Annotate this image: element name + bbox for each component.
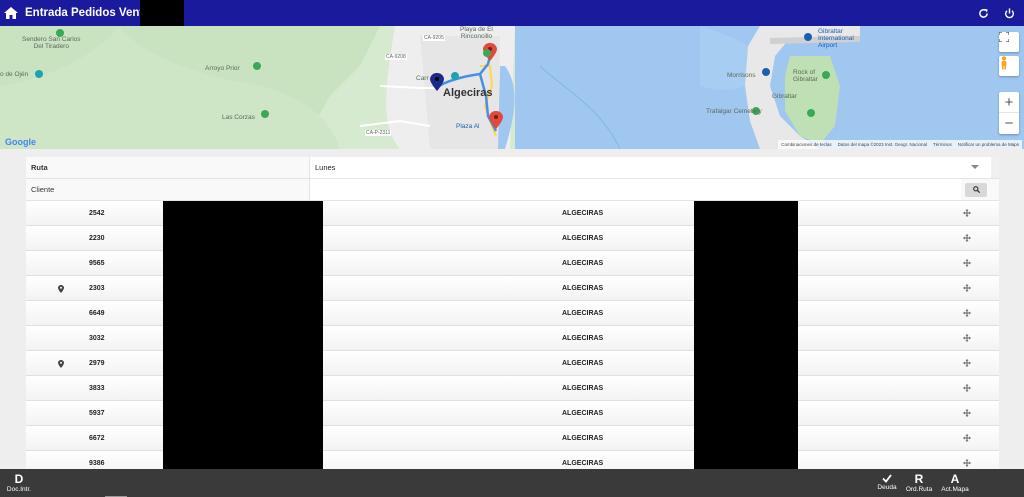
map-label-road: CA-9205: [423, 35, 445, 41]
move-handle-icon[interactable]: [963, 334, 971, 342]
cliente-filter: Cliente: [26, 179, 999, 201]
refresh-icon[interactable]: [976, 6, 990, 20]
client-code: 2979: [89, 359, 105, 367]
move-handle-icon[interactable]: [963, 359, 971, 367]
client-city: ALGECIRAS: [562, 434, 604, 442]
street-view-pegman-icon[interactable]: [999, 56, 1019, 76]
client-code: 3833: [89, 384, 105, 392]
search-icon: [972, 186, 980, 193]
move-handle-icon[interactable]: [963, 459, 971, 467]
client-code: 2542: [89, 209, 105, 217]
client-city: ALGECIRAS: [562, 309, 604, 317]
bottom-toolbar: D Doc.Intr. Deuda R Ord.Ruta A Act.Mapa: [0, 469, 1024, 497]
client-city: ALGECIRAS: [562, 234, 604, 242]
act-mapa-label: Act.Mapa: [941, 485, 969, 493]
redacted-area: [140, 0, 184, 26]
map-label-gibraltar-airport: Gibraltar International Airport: [818, 28, 854, 49]
ord-ruta-button[interactable]: R Ord.Ruta: [903, 469, 935, 497]
map-label-arroyo: Arroyo Prior: [205, 65, 240, 72]
map-label-rock: Rock of Gibraltar: [793, 69, 818, 83]
map-label-road: CA-9208: [385, 54, 407, 60]
map-label-plaza: Plaza Al: [456, 123, 480, 130]
map-label-gibraltar: Gibraltar: [772, 93, 797, 100]
map-attribution: Combinaciones de teclas Datos del mapa ©…: [778, 140, 1022, 149]
ruta-select-value: Lunes: [315, 163, 336, 172]
client-city: ALGECIRAS: [562, 259, 604, 267]
map-label-road: CA-P-2311: [365, 130, 392, 136]
move-handle-icon[interactable]: [963, 284, 971, 292]
redacted-column: [163, 201, 323, 469]
move-handle-icon[interactable]: [963, 434, 971, 442]
client-code: 9386: [89, 459, 105, 467]
move-handle-icon[interactable]: [963, 409, 971, 417]
zoom-controls: + −: [999, 92, 1019, 134]
map-label-ojen: o de Ojén: [0, 71, 29, 78]
check-icon: [882, 474, 892, 483]
client-city: ALGECIRAS: [562, 359, 604, 367]
header-actions: [976, 0, 1016, 26]
attrib-data: Datos del mapa ©2023 Inst. Geogr. Nacion…: [837, 142, 927, 147]
client-city: ALGECIRAS: [562, 209, 604, 217]
cliente-label: Cliente: [31, 185, 55, 194]
page-title: Entrada Pedidos Venta: [25, 7, 150, 19]
location-pin-icon: [58, 285, 64, 293]
client-city: ALGECIRAS: [562, 384, 604, 392]
redacted-column: [694, 201, 798, 469]
chevron-down-icon: [971, 165, 979, 169]
power-icon[interactable]: [1002, 6, 1016, 20]
map-label-trafalgar: Trafalgar Cemetery: [706, 108, 762, 115]
attrib-terms[interactable]: Términos: [933, 142, 952, 147]
client-code: 2303: [89, 284, 105, 292]
doc-intr-label: Doc.Intr.: [6, 485, 32, 493]
google-logo: Google: [5, 137, 36, 147]
deuda-label: Deuda: [877, 484, 897, 491]
move-handle-icon[interactable]: [963, 234, 971, 242]
move-handle-icon[interactable]: [963, 259, 971, 267]
move-handle-icon[interactable]: [963, 209, 971, 217]
client-city: ALGECIRAS: [562, 459, 604, 467]
attrib-shortcuts[interactable]: Combinaciones de teclas: [781, 142, 831, 147]
client-code: 3032: [89, 334, 105, 342]
map-label-carrefour: Carr: [416, 75, 429, 82]
zoom-in-button[interactable]: +: [999, 92, 1019, 113]
client-code: 5937: [89, 409, 105, 417]
search-button[interactable]: [965, 182, 987, 197]
map-label-playa: Playa de El Rinconcillo: [460, 26, 493, 40]
deuda-button[interactable]: Deuda: [874, 469, 900, 497]
act-mapa-letter: A: [950, 471, 960, 486]
ruta-select[interactable]: Lunes: [309, 157, 991, 178]
client-city: ALGECIRAS: [562, 409, 604, 417]
location-pin-icon: [58, 360, 64, 368]
client-city: ALGECIRAS: [562, 334, 604, 342]
map-label-morrisons: Morrisons: [727, 72, 756, 79]
map-label-sendero: Sendero San Carlos Del Tiradero: [22, 36, 81, 50]
ord-ruta-letter: R: [914, 471, 924, 486]
ruta-filter: Ruta Lunes: [26, 157, 999, 179]
route-map[interactable]: Sendero San Carlos Del Tiradero o de Ojé…: [0, 26, 1024, 149]
ruta-label: Ruta: [31, 163, 48, 172]
map-label-corzas: Las Corzas: [222, 114, 255, 121]
home-icon[interactable]: [0, 0, 22, 26]
move-handle-icon[interactable]: [963, 384, 971, 392]
move-handle-icon[interactable]: [963, 309, 971, 317]
zoom-out-button[interactable]: −: [999, 113, 1019, 134]
client-code: 9565: [89, 259, 105, 267]
client-code: 6649: [89, 309, 105, 317]
fullscreen-button[interactable]: [999, 32, 1019, 52]
attrib-report[interactable]: Notificar un problema de Maps: [958, 142, 1019, 147]
doc-intr-button[interactable]: D Doc.Intr.: [5, 469, 33, 497]
client-code: 6672: [89, 434, 105, 442]
cliente-search-input[interactable]: [309, 179, 961, 200]
client-city: ALGECIRAS: [562, 284, 604, 292]
map-label-algeciras: Algeciras: [443, 87, 493, 99]
doc-intr-letter: D: [14, 471, 24, 486]
client-code: 2230: [89, 234, 105, 242]
ord-ruta-label: Ord.Ruta: [905, 485, 933, 493]
act-mapa-button[interactable]: A Act.Mapa: [939, 469, 971, 497]
